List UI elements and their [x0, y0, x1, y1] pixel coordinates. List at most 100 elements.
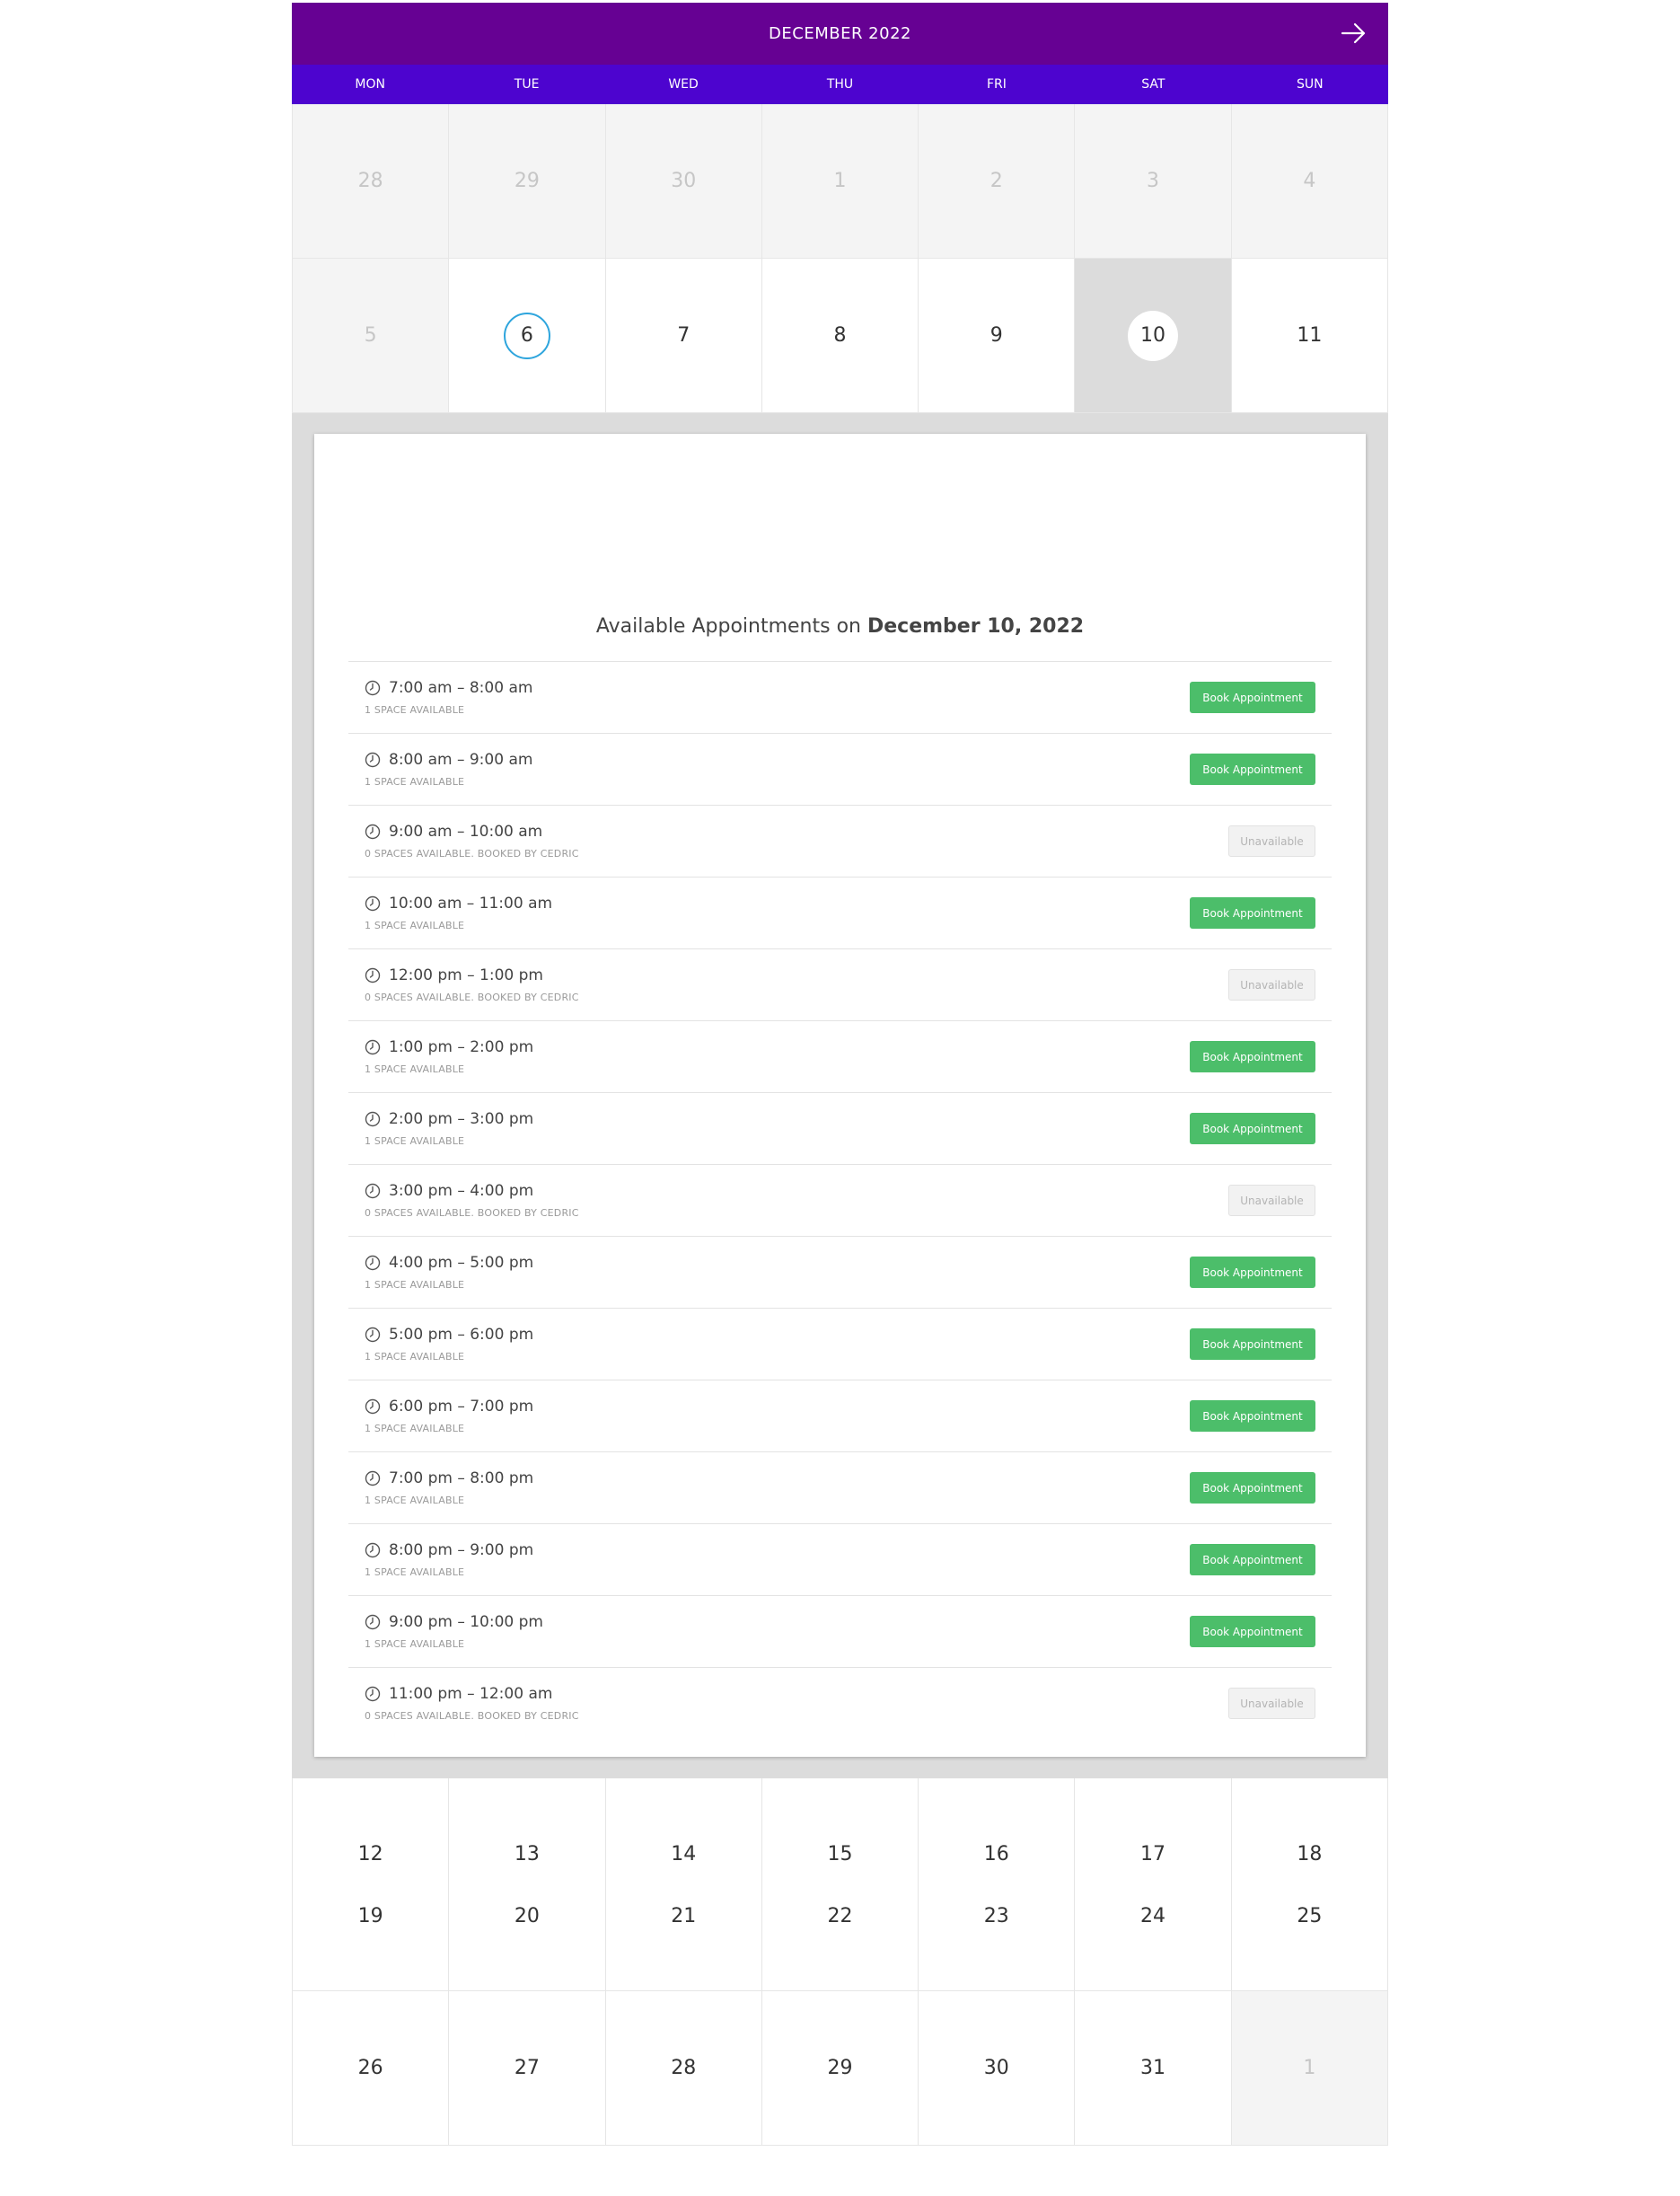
calendar-day[interactable]: 17 24 [1075, 1778, 1232, 1991]
slot-availability: 1 SPACE AVAILABLE [365, 1351, 465, 1363]
slot-availability: 1 SPACE AVAILABLE [365, 1135, 465, 1147]
calendar-day[interactable]: 13 20 [449, 1778, 606, 1991]
slot-time: 9:00 pm – 10:00 pm [365, 1613, 543, 1631]
weekday-sun: SUN [1296, 77, 1324, 92]
calendar-day-today[interactable]: 6 [449, 259, 606, 413]
day-number: 28 [357, 170, 383, 192]
book-appointment-button[interactable]: Book Appointment [1190, 1616, 1315, 1647]
calendar-week: 26 27 28 29 30 31 1 [292, 1991, 1388, 2146]
book-appointment-button[interactable]: Book Appointment [1190, 1472, 1315, 1504]
slot-time-label: 6:00 pm – 7:00 pm [389, 1398, 534, 1415]
calendar-day[interactable]: 14 21 [605, 1778, 762, 1991]
book-appointment-button[interactable]: Book Appointment [1190, 754, 1315, 785]
unavailable-button: Unavailable [1228, 825, 1315, 857]
slot-info: 9:00 pm – 10:00 pm 1 SPACE AVAILABLE [365, 1613, 543, 1650]
unavailable-button: Unavailable [1228, 969, 1315, 1001]
calendar-day: 1 [761, 104, 919, 259]
book-appointment-button[interactable]: Book Appointment [1190, 1328, 1315, 1360]
slot-time-label: 2:00 pm – 3:00 pm [389, 1110, 534, 1128]
clock-icon [365, 1686, 381, 1702]
appointments-panel: Available Appointments on December 10, 2… [314, 434, 1366, 1757]
slot-list: 7:00 am – 8:00 am 1 SPACE AVAILABLE Book A… [348, 661, 1332, 1739]
day-number: 22 [827, 1905, 853, 1927]
calendar-day: 28 [292, 104, 450, 259]
slot-availability: 1 SPACE AVAILABLE [365, 920, 465, 931]
slot-time-label: 4:00 pm – 5:00 pm [389, 1254, 534, 1272]
time-slot-row: 3:00 pm – 4:00 pm 0 SPACES AVAILABLE. BOO… [348, 1164, 1332, 1236]
slot-info: 5:00 pm – 6:00 pm 1 SPACE AVAILABLE [365, 1326, 533, 1363]
calendar-day[interactable]: 11 [1231, 259, 1388, 413]
slot-info: 10:00 am – 11:00 am 1 SPACE AVAILABLE [365, 895, 552, 931]
slot-time-label: 7:00 am – 8:00 am [389, 679, 533, 697]
calendar-day[interactable]: 8 [761, 259, 919, 413]
day-number: 1 [833, 170, 847, 192]
time-slot-row: 11:00 pm – 12:00 am 0 SPACES AVAILABLE. B… [348, 1667, 1332, 1739]
slot-availability: 1 SPACE AVAILABLE [365, 776, 465, 788]
calendar-day-selected[interactable]: 10 [1075, 259, 1232, 413]
book-appointment-button[interactable]: Book Appointment [1190, 1113, 1315, 1144]
slot-info: 11:00 pm – 12:00 am 0 SPACES AVAILABLE. B… [365, 1685, 579, 1722]
slot-time: 9:00 am – 10:00 am [365, 823, 579, 841]
calendar-day[interactable]: 28 [605, 1991, 762, 2146]
day-number: 13 [514, 1843, 540, 1865]
clock-icon [365, 1255, 381, 1271]
slot-time-label: 3:00 pm – 4:00 pm [389, 1182, 534, 1200]
calendar-day[interactable]: 15 22 [761, 1778, 919, 1991]
calendar-day[interactable]: 31 [1075, 1991, 1232, 2146]
slot-info: 9:00 am – 10:00 am 0 SPACES AVAILABLE. BO… [365, 823, 579, 860]
book-appointment-button[interactable]: Book Appointment [1190, 1400, 1315, 1432]
time-slot-row: 8:00 pm – 9:00 pm 1 SPACE AVAILABLE Book A… [348, 1523, 1332, 1595]
clock-icon [365, 1470, 381, 1486]
slot-availability: 1 SPACE AVAILABLE [365, 1638, 465, 1650]
unavailable-button: Unavailable [1228, 1185, 1315, 1216]
clock-icon [365, 1111, 381, 1127]
calendar-day[interactable]: 18 25 [1231, 1778, 1388, 1991]
book-appointment-button[interactable]: Book Appointment [1190, 1257, 1315, 1288]
slot-availability: 0 SPACES AVAILABLE. BOOKED BY CEDRIC [365, 848, 579, 860]
arrow-right-icon[interactable] [1338, 18, 1368, 49]
calendar-day[interactable]: 30 [919, 1991, 1076, 2146]
day-number: 15 [827, 1843, 853, 1865]
slot-info: 7:00 am – 8:00 am 1 SPACE AVAILABLE [365, 679, 532, 716]
slot-time: 11:00 pm – 12:00 am [365, 1685, 579, 1703]
book-appointment-button[interactable]: Book Appointment [1190, 1041, 1315, 1072]
slot-info: 12:00 pm – 1:00 pm 0 SPACES AVAILABLE. BO… [365, 966, 579, 1003]
slot-time: 7:00 pm – 8:00 pm [365, 1469, 533, 1487]
day-number: 14 [671, 1843, 697, 1865]
clock-icon [365, 967, 381, 983]
slot-time-label: 12:00 pm – 1:00 pm [389, 966, 543, 984]
clock-icon [365, 680, 381, 696]
clock-icon [365, 1039, 381, 1055]
slot-time: 2:00 pm – 3:00 pm [365, 1110, 533, 1128]
day-number: 28 [671, 2057, 697, 2079]
time-slot-row: 9:00 pm – 10:00 pm 1 SPACE AVAILABLE Book … [348, 1595, 1332, 1667]
calendar-day[interactable]: 7 [605, 259, 762, 413]
calendar-day[interactable]: 12 19 [292, 1778, 450, 1991]
slot-time-label: 9:00 am – 10:00 am [389, 823, 543, 841]
day-number: 25 [1297, 1905, 1323, 1927]
time-slot-row: 12:00 pm – 1:00 pm 0 SPACES AVAILABLE. BO… [348, 948, 1332, 1020]
slot-time-label: 8:00 am – 9:00 am [389, 751, 533, 769]
slot-time: 7:00 am – 8:00 am [365, 679, 532, 697]
book-appointment-button[interactable]: Book Appointment [1190, 897, 1315, 929]
book-appointment-button[interactable]: Book Appointment [1190, 682, 1315, 713]
calendar-day[interactable]: 26 [292, 1991, 450, 2146]
calendar-day[interactable]: 27 [449, 1991, 606, 2146]
calendar-day[interactable]: 9 [919, 259, 1076, 413]
weekday-fri: FRI [986, 77, 1007, 92]
day-number: 21 [671, 1905, 697, 1927]
time-slot-row: 9:00 am – 10:00 am 0 SPACES AVAILABLE. BO… [348, 805, 1332, 877]
slot-availability: 1 SPACE AVAILABLE [365, 1566, 465, 1578]
slot-time-label: 1:00 pm – 2:00 pm [389, 1038, 534, 1056]
day-number: 4 [1303, 170, 1316, 192]
slot-time: 5:00 pm – 6:00 pm [365, 1326, 533, 1344]
slot-info: 8:00 am – 9:00 am 1 SPACE AVAILABLE [365, 751, 532, 788]
appointments-expander: Available Appointments on December 10, 2… [292, 413, 1388, 1778]
day-number: 12 [357, 1843, 383, 1865]
calendar-day[interactable]: 16 23 [919, 1778, 1076, 1991]
month-label: DECEMBER 2022 [769, 24, 911, 43]
slot-time: 1:00 pm – 2:00 pm [365, 1038, 533, 1056]
calendar-day[interactable]: 29 [761, 1991, 919, 2146]
slot-availability: 1 SPACE AVAILABLE [365, 704, 465, 716]
book-appointment-button[interactable]: Book Appointment [1190, 1544, 1315, 1575]
